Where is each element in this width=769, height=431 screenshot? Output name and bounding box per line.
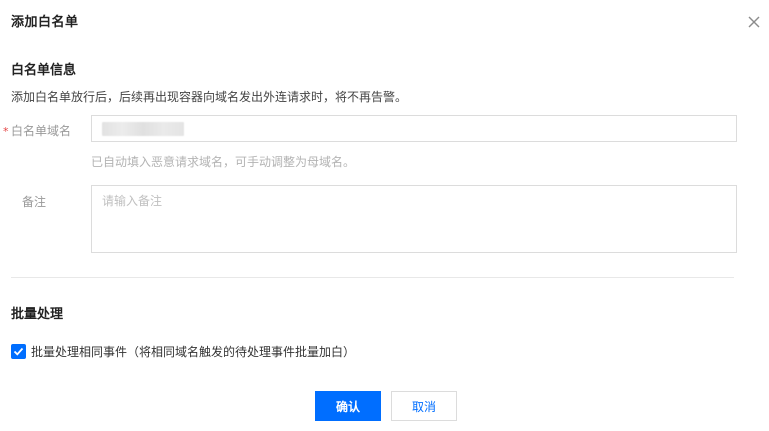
required-mark: * bbox=[3, 125, 9, 138]
section-divider bbox=[11, 277, 734, 278]
info-description: 添加白名单放行后，后续再出现容器向域名发出外连请求时，将不再告警。 bbox=[11, 90, 408, 104]
add-whitelist-dialog: 添加白名单 白名单信息 添加白名单放行后，后续再出现容器向域名发出外连请求时，将… bbox=[0, 0, 769, 431]
info-section-title: 白名单信息 bbox=[11, 63, 77, 78]
batch-section-title: 批量处理 bbox=[11, 307, 64, 322]
close-icon bbox=[748, 16, 760, 28]
domain-input-value: xxxxxxxx bbox=[102, 121, 184, 136]
domain-field-label: 白名单域名 bbox=[11, 124, 72, 138]
confirm-button[interactable]: 确认 bbox=[315, 391, 381, 421]
domain-field-hint: 已自动填入恶意请求域名，可手动调整为母域名。 bbox=[91, 155, 356, 169]
dialog-title: 添加白名单 bbox=[11, 15, 79, 30]
domain-input[interactable]: xxxxxxxx bbox=[91, 115, 737, 142]
batch-checkbox-row[interactable]: 批量处理相同事件（将相同域名触发的待处理事件批量加白） bbox=[11, 343, 355, 360]
cancel-button[interactable]: 取消 bbox=[391, 391, 457, 421]
note-field-label: 备注 bbox=[22, 195, 47, 209]
batch-checkbox[interactable] bbox=[11, 344, 26, 359]
batch-checkbox-label: 批量处理相同事件（将相同域名触发的待处理事件批量加白） bbox=[31, 345, 356, 359]
checkmark-icon bbox=[13, 347, 24, 356]
note-textarea[interactable] bbox=[91, 185, 737, 253]
close-button[interactable] bbox=[744, 12, 764, 32]
